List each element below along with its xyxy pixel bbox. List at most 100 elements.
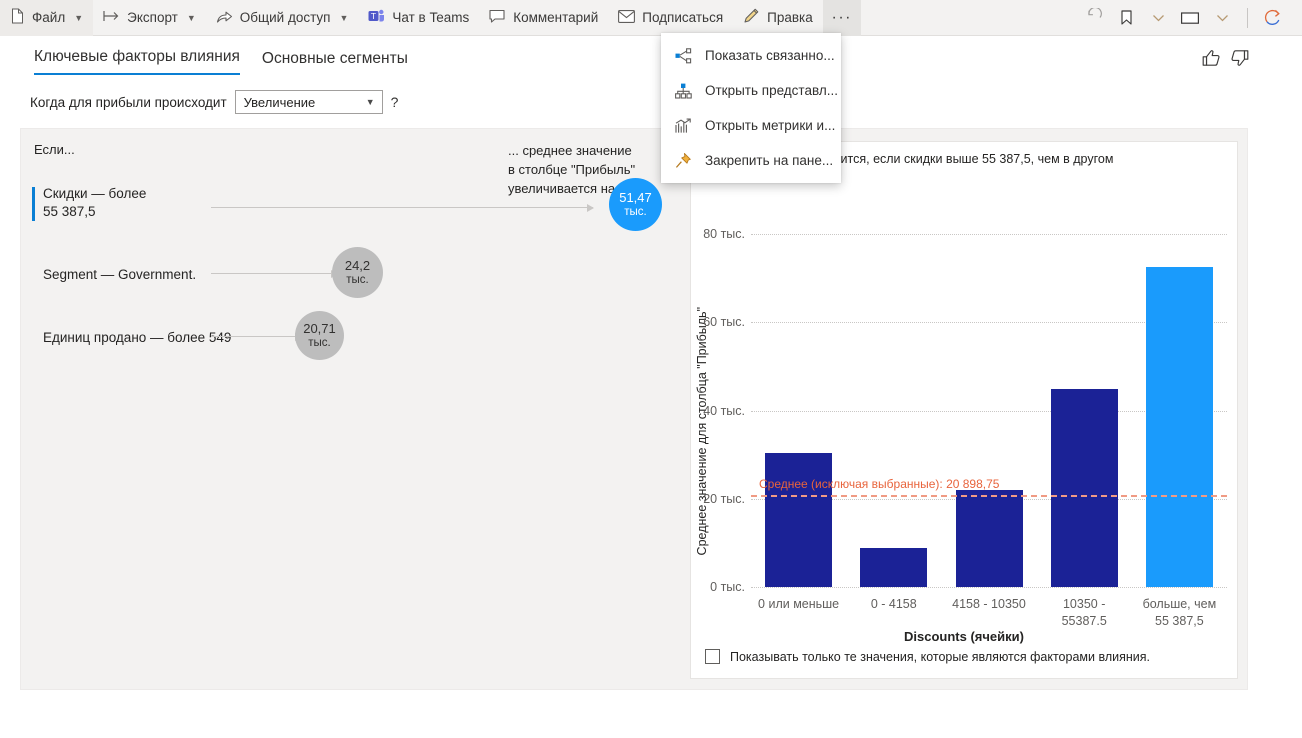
influencer-row[interactable]: Segment — Government. 24,2 тыс. (21, 247, 689, 313)
analysis-type-value: Увеличение (243, 94, 316, 110)
y-axis-tick-label: 60 тыс. (703, 315, 745, 330)
toolbar-right-actions (1079, 3, 1302, 33)
toolbar-subscribe-button[interactable]: Подписаться (608, 0, 733, 36)
show-only-influencers-label: Показывать только те значения, которые я… (730, 649, 1150, 664)
thumbs-down-icon[interactable] (1230, 49, 1250, 72)
menu-item-open-usage-metrics-label: Открыть метрики и... (705, 118, 836, 133)
bar[interactable] (1050, 389, 1118, 587)
x-axis-tick-label: 0 или меньше (758, 597, 840, 611)
influencer-bubble-value: 51,47 (619, 189, 652, 205)
influencer-bubble[interactable]: 20,71 тыс. (295, 311, 344, 360)
influencer-row-label: Скидки — более 55 387,5 (43, 186, 147, 219)
show-only-influencers-checkbox[interactable] (705, 649, 720, 664)
lineage-view-icon (675, 82, 692, 99)
toolbar-file-button[interactable]: Файл ▼ (0, 0, 94, 36)
influencer-bubble-unit: тыс. (624, 205, 647, 218)
toolbar-file-label: Файл (32, 10, 66, 25)
teams-icon: T (368, 8, 385, 27)
share-icon (216, 9, 233, 27)
tab-key-influencers[interactable]: Ключевые факторы влияния (34, 48, 240, 75)
toolbar-export-label: Экспорт (127, 10, 178, 25)
svg-text:T: T (370, 12, 376, 21)
toolbar-divider (1247, 7, 1248, 28)
key-influencers-panel: Если... ... среднее значение в столбце "… (20, 128, 1248, 690)
question-label: Когда для прибыли происходит (30, 94, 227, 110)
chevron-down-icon: ▼ (339, 12, 349, 23)
usage-metrics-icon (675, 117, 692, 134)
bar[interactable] (1145, 267, 1213, 587)
y-gridline (751, 587, 1227, 588)
view-icon[interactable] (1175, 3, 1205, 33)
analysis-type-select[interactable]: Увеличение ▼ (234, 90, 383, 114)
x-axis-tick-label: 10350 - 55387.5 (1061, 597, 1107, 628)
bookmark-icon[interactable] (1111, 3, 1141, 33)
influencers-list: Если... ... среднее значение в столбце "… (21, 129, 689, 689)
influencer-row[interactable]: Скидки — более 55 387,5 51,47 тыс. (21, 178, 689, 235)
toolbar-comment-label: Комментарий (513, 10, 599, 25)
show-only-influencers-row: Показывать только те значения, которые я… (705, 649, 1150, 664)
subscribe-icon (618, 9, 636, 26)
toolbar-share-button[interactable]: Общий доступ ▼ (206, 0, 359, 36)
bar-chart-plot: Среднее значение для столбца "Прибыль" 0… (691, 187, 1239, 642)
more-options-menu: Показать связанно... Открыть представл..… (661, 33, 841, 183)
top-toolbar: Файл ▼ Экспорт ▼ Общий доступ ▼ T Чат в … (0, 0, 1302, 36)
influencer-bubble-unit: тыс. (346, 273, 369, 286)
pin-icon (675, 152, 692, 169)
toolbar-subscribe-label: Подписаться (642, 10, 724, 25)
influencer-bubble[interactable]: 24,2 тыс. (332, 247, 383, 298)
x-axis-tick-label: 4158 - 10350 (952, 597, 1026, 611)
thumbs-up-icon[interactable] (1201, 49, 1221, 72)
influencer-row[interactable]: Единиц продано — более 549 20,71 тыс. (21, 311, 689, 375)
influencer-bubble-unit: тыс. (308, 336, 331, 349)
toolbar-share-label: Общий доступ (239, 10, 331, 25)
chevron-down-icon: ▼ (74, 12, 84, 23)
y-axis-tick-label: 0 тыс. (710, 580, 745, 594)
toolbar-edit-button[interactable]: Правка (733, 0, 823, 36)
tab-top-segments[interactable]: Основные сегменты (262, 50, 408, 75)
chevron-down-icon: ▼ (186, 12, 196, 23)
bookmark-chevron-icon[interactable] (1143, 3, 1173, 33)
view-chevron-icon[interactable] (1207, 3, 1237, 33)
analysis-tabs: Ключевые факторы влияния Основные сегмен… (34, 48, 408, 75)
y-axis-tick-label: 40 тыс. (703, 403, 745, 418)
power-bi-report-page: Файл ▼ Экспорт ▼ Общий доступ ▼ T Чат в … (0, 0, 1302, 738)
bar[interactable] (860, 548, 928, 587)
if-label: Если... (34, 142, 75, 157)
menu-item-open-lineage-view[interactable]: Открыть представл... (661, 73, 841, 108)
influencer-row-label: Segment — Government. (43, 267, 197, 282)
toolbar-teams-chat-label: Чат в Teams (392, 10, 470, 25)
influencer-bubble[interactable]: 51,47 тыс. (609, 178, 662, 231)
y-gridline (751, 234, 1227, 236)
x-axis-tick-label: больше, чем 55 387,5 (1142, 597, 1217, 628)
menu-item-open-usage-metrics[interactable]: Открыть метрики и... (661, 108, 841, 143)
toolbar-edit-label: Правка (767, 10, 813, 25)
toolbar-teams-chat-button[interactable]: T Чат в Teams (358, 0, 479, 36)
file-icon (10, 8, 25, 27)
menu-item-show-related-label: Показать связанно... (705, 48, 835, 63)
help-icon[interactable]: ? (391, 94, 399, 110)
influencer-bubble-value: 20,71 (303, 320, 336, 336)
x-axis-title: Discounts (ячейки) (904, 629, 1024, 644)
y-axis-tick-label: 20 тыс. (703, 491, 745, 506)
bar[interactable] (955, 490, 1023, 587)
refresh-icon[interactable] (1258, 3, 1288, 33)
bar[interactable] (765, 452, 833, 587)
toolbar-export-button[interactable]: Экспорт ▼ (93, 0, 206, 36)
reset-icon[interactable] (1079, 3, 1109, 33)
influencer-row-label: Единиц продано — более 549 (43, 330, 232, 345)
influencer-bubble-value: 24,2 (344, 257, 371, 273)
row-selected-accent (32, 187, 35, 221)
export-icon (103, 9, 120, 26)
influencer-detail-chart-card: ...вероятностью увеличится, если скидки … (690, 141, 1238, 679)
menu-item-pin-to-dashboard-label: Закрепить на пане... (705, 153, 834, 168)
x-axis-tick-label: 0 - 4158 (870, 597, 917, 611)
toolbar-comment-button[interactable]: Комментарий (479, 0, 608, 36)
average-reference-line (751, 494, 1227, 497)
influencer-connector (211, 203, 594, 212)
toolbar-more-options-button[interactable]: ··· (822, 0, 861, 36)
average-reference-line-label: Среднее (исключая выбранные): 20 898,75 (759, 476, 1000, 491)
menu-item-show-related[interactable]: Показать связанно... (661, 38, 841, 73)
y-axis-tick-label: 80 тыс. (703, 227, 745, 242)
influencer-connector (211, 269, 338, 278)
menu-item-pin-to-dashboard[interactable]: Закрепить на пане... (661, 143, 841, 178)
